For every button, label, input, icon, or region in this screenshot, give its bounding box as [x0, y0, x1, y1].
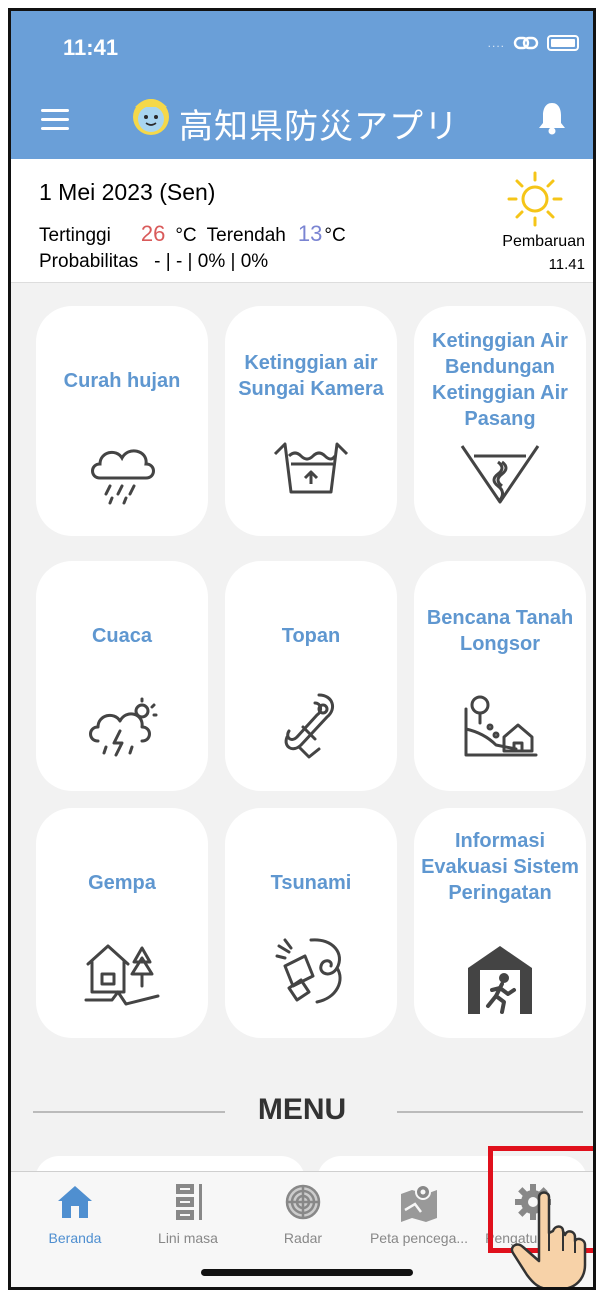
- probability-label: Probabilitas: [39, 251, 139, 272]
- status-icons: ....: [488, 35, 579, 51]
- rain-cloud-icon: [91, 449, 155, 505]
- tile-earthquake[interactable]: Gempa: [36, 808, 208, 1038]
- pointing-hand-icon: [510, 1191, 587, 1287]
- home-icon: [58, 1186, 92, 1218]
- temperature-row: Tertinggi 26 °C Terendah 13 °C: [39, 221, 346, 247]
- sun-icon: [507, 171, 563, 227]
- tile-label: Ketinggian air Sungai Kamera: [238, 352, 384, 400]
- timeline-icon: [176, 1184, 202, 1220]
- evacuation-icon: [468, 946, 532, 1014]
- tile-typhoon[interactable]: Topan: [225, 561, 397, 791]
- tab-hazard-map[interactable]: Peta pencega...: [361, 1182, 477, 1246]
- tile-dam-level[interactable]: Ketinggian Air Bendungan Ketinggian Air …: [414, 306, 586, 536]
- dam-level-icon: [460, 445, 540, 504]
- tile-evacuation[interactable]: Informasi Evakuasi Sistem Peringatan: [414, 808, 586, 1038]
- tab-home[interactable]: Beranda: [17, 1182, 133, 1246]
- tile-label: Tsunami: [270, 872, 352, 894]
- tile-weather[interactable]: Cuaca: [36, 561, 208, 791]
- weather-panel[interactable]: 1 Mei 2023 (Sen) Tertinggi 26 °C Terendah 13…: [11, 159, 593, 283]
- menu-divider-right: [397, 1111, 583, 1113]
- thunderstorm-icon: [89, 697, 158, 757]
- tile-label: Cuaca: [91, 625, 153, 647]
- high-unit: °C: [175, 225, 197, 246]
- probability-row: Probabilitas - | - | 0% | 0%: [39, 251, 268, 273]
- tab-label: Beranda: [48, 1230, 102, 1246]
- tile-label: Ketinggian Air Bendungan Ketinggian Air …: [432, 330, 568, 430]
- radar-icon: [285, 1184, 321, 1220]
- high-label: Tertinggi: [39, 225, 111, 246]
- probability-values: - | - | 0% | 0%: [154, 251, 269, 272]
- earthquake-icon: [84, 944, 160, 1006]
- home-indicator: [201, 1269, 413, 1276]
- app-header: 11:41 .... 高知県防災アプリ: [11, 11, 593, 159]
- signal-dots: ....: [487, 36, 505, 50]
- menu-heading: MENU: [257, 1093, 347, 1126]
- tab-timeline[interactable]: Lini masa: [130, 1182, 246, 1246]
- typhoon-icon: [284, 693, 335, 759]
- app-title: 高知県防災アプリ: [179, 108, 459, 146]
- tile-label: Gempa: [88, 872, 156, 894]
- tab-label: Radar: [283, 1230, 323, 1246]
- tab-label: Peta pencega...: [369, 1230, 469, 1246]
- tab-radar[interactable]: Radar: [245, 1182, 361, 1246]
- link-icon: [513, 36, 539, 50]
- high-value: 26: [140, 221, 166, 246]
- tsunami-icon: [275, 938, 342, 1004]
- tile-label: Bencana Tanah Longsor: [426, 607, 574, 655]
- tile-rainfall[interactable]: Curah hujan: [36, 306, 208, 536]
- low-label: Terendah: [206, 225, 286, 246]
- status-time: 11:41: [63, 35, 119, 60]
- tile-label: Curah hujan: [63, 370, 181, 392]
- mascot-logo: [133, 99, 169, 135]
- landslide-icon: [464, 695, 538, 757]
- tile-tsunami[interactable]: Tsunami: [225, 808, 397, 1038]
- battery-icon: [547, 35, 579, 51]
- bell-icon[interactable]: [537, 101, 567, 135]
- weather-date: 1 Mei 2023 (Sen): [39, 179, 216, 205]
- tab-label: Lini masa: [158, 1230, 218, 1246]
- app-screen: 11:41 .... 高知県防災アプリ 1 Mei 2023 (Sen) Ter…: [8, 8, 596, 1290]
- hamburger-icon[interactable]: [41, 109, 69, 131]
- map-icon: [401, 1184, 437, 1222]
- river-level-icon: [273, 442, 349, 494]
- update-time: 11.41: [548, 256, 585, 273]
- low-unit: °C: [324, 225, 346, 246]
- update-label: Pembaruan: [502, 233, 585, 250]
- tile-label: Informasi Evakuasi Sistem Peringatan: [421, 830, 579, 904]
- tile-landslide[interactable]: Bencana Tanah Longsor: [414, 561, 586, 791]
- tile-label: Topan: [281, 625, 341, 647]
- tile-river-level[interactable]: Ketinggian air Sungai Kamera: [225, 306, 397, 536]
- low-value: 13: [297, 221, 323, 246]
